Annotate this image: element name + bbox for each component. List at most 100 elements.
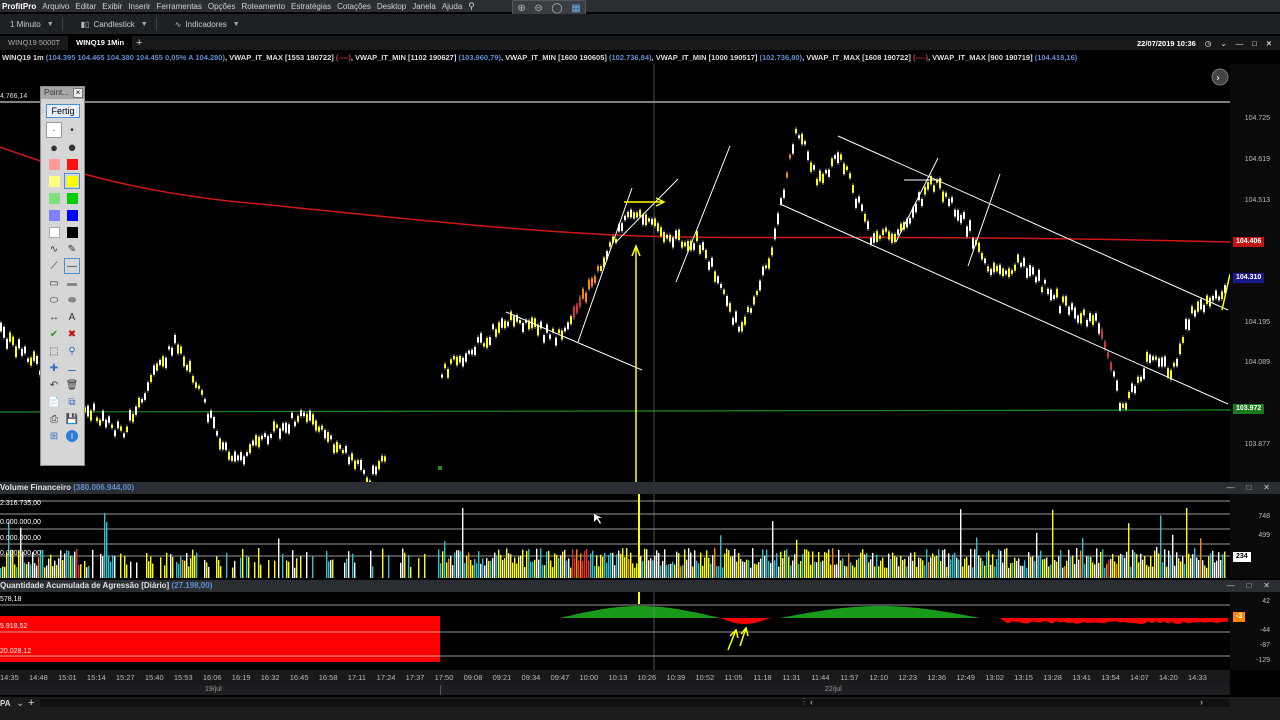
drawing-tool-panel[interactable]: Point... × Fertig · • ● ● ∿ ✎ ⟋ — ▭ ▬ ⬭ …: [40, 86, 85, 466]
close-icon[interactable]: ✕: [1263, 580, 1270, 592]
medium-dot-tool-icon[interactable]: •: [64, 122, 80, 138]
zoom-tool-icon[interactable]: ⚲: [64, 343, 80, 359]
price-label: 104.725: [1244, 115, 1270, 122]
menu-cotacoes[interactable]: Cotações: [337, 2, 371, 11]
color-swatch-red[interactable]: [64, 156, 80, 172]
menu-ajuda[interactable]: Ajuda: [442, 2, 462, 11]
agressao-chart[interactable]: [0, 592, 1230, 670]
menu-ferramentas[interactable]: Ferramentas: [157, 2, 202, 11]
minimize-icon[interactable]: —: [1226, 580, 1234, 592]
menu-janela[interactable]: Janela: [412, 2, 436, 11]
minimize-icon[interactable]: —: [1226, 482, 1234, 494]
candle: [636, 212, 638, 218]
volume-bars: [0, 507, 1226, 578]
maximize-icon[interactable]: □: [1252, 39, 1257, 48]
chevron-down-icon[interactable]: ⌄: [1220, 39, 1226, 48]
close-icon[interactable]: ✕: [1266, 39, 1272, 48]
new-document-icon[interactable]: 📄: [46, 394, 62, 410]
menu-desktop[interactable]: Desktop: [377, 2, 406, 11]
color-swatch-light-blue[interactable]: [46, 207, 62, 223]
indicators-button[interactable]: ∿ Indicadores ▼: [175, 20, 240, 29]
agressao-axis[interactable]: 42 -44 -87 -129: [1230, 592, 1280, 670]
tab-winq19-5000t[interactable]: WINQ19 5000T: [0, 36, 68, 50]
color-swatch-yellow[interactable]: [64, 173, 80, 189]
cross-icon[interactable]: ✖: [64, 326, 80, 342]
scroll-handle-icon[interactable]: ⋮: [800, 697, 808, 706]
large-dot-tool-icon[interactable]: ●: [46, 139, 62, 155]
menu-opcoes[interactable]: Opções: [208, 2, 236, 11]
scroll-right-icon[interactable]: ›: [1200, 697, 1203, 707]
color-swatch-light-green[interactable]: [46, 190, 62, 206]
save-icon[interactable]: 💾: [64, 411, 80, 427]
bottom-tab[interactable]: PA: [0, 699, 11, 708]
text-tool-icon[interactable]: A: [64, 309, 80, 325]
volume-axis[interactable]: 748 499: [1230, 494, 1280, 578]
close-icon[interactable]: ×: [73, 88, 83, 98]
rectangle-tool-icon[interactable]: ▭: [46, 275, 62, 291]
undo-icon[interactable]: ↶: [46, 377, 62, 393]
maximize-icon[interactable]: □: [1246, 482, 1251, 494]
add-tab-icon[interactable]: +: [136, 37, 142, 49]
color-swatch-light-red[interactable]: [46, 156, 62, 172]
menu-roteamento[interactable]: Roteamento: [241, 2, 285, 11]
clock-icon[interactable]: ◷: [1205, 39, 1212, 48]
volume-bar: [646, 549, 648, 578]
ellipse-tool-icon[interactable]: ⬭: [46, 292, 62, 308]
tab-winq19-1min[interactable]: WINQ19 1Min: [68, 36, 133, 50]
interval-select[interactable]: 1 Minuto ▼: [10, 20, 54, 29]
zoom-fit-icon[interactable]: ◯: [551, 3, 562, 14]
selection-tool-icon[interactable]: ⬚: [46, 343, 62, 359]
minus-tool-icon[interactable]: ⚊: [64, 360, 80, 376]
candle: [327, 432, 329, 442]
arrow-tool-icon[interactable]: ↔: [46, 309, 62, 325]
filled-rectangle-tool-icon[interactable]: ▬: [64, 275, 80, 291]
menu-arquivo[interactable]: Arquivo: [42, 2, 69, 11]
freehand-tool-icon[interactable]: ∿: [46, 241, 62, 257]
minimize-icon[interactable]: —: [1236, 39, 1244, 48]
pencil-tool-icon[interactable]: ✎: [64, 241, 80, 257]
menu-exibir[interactable]: Exibir: [102, 2, 122, 11]
copy-icon[interactable]: ⧉: [64, 394, 80, 410]
add-workspace-icon[interactable]: +: [28, 697, 34, 709]
check-icon[interactable]: ✔: [46, 326, 62, 342]
time-axis[interactable]: 14:35 14:48 15:01 15:14 15:27 15:40 15:53 16:06…: [0, 670, 1230, 685]
fertig-button[interactable]: Fertig: [46, 104, 80, 118]
trash-icon[interactable]: 🗑: [64, 377, 80, 393]
volume-bar: [1130, 566, 1132, 578]
menu-editar[interactable]: Editar: [75, 2, 96, 11]
tool-panel-title[interactable]: Point... ×: [41, 87, 84, 99]
color-swatch-light-yellow[interactable]: [46, 173, 62, 189]
candle: [258, 436, 260, 448]
filled-ellipse-tool-icon[interactable]: ⬬: [64, 292, 80, 308]
xlarge-dot-tool-icon[interactable]: ●: [64, 139, 80, 156]
horizontal-line-tool-icon[interactable]: —: [64, 258, 80, 274]
scroll-left-icon[interactable]: ‹: [810, 697, 813, 707]
candle: [195, 382, 197, 388]
plus-tool-icon[interactable]: ✚: [46, 360, 62, 376]
chart-type-select[interactable]: ▮▯ Candlestick ▼: [81, 20, 148, 29]
volume-chart[interactable]: [0, 494, 1230, 578]
color-swatch-green[interactable]: [64, 190, 80, 206]
close-icon[interactable]: ✕: [1263, 482, 1270, 494]
volume-bar: [938, 549, 940, 578]
color-swatch-blue[interactable]: [64, 207, 80, 223]
scroll-right-button[interactable]: [1211, 68, 1229, 86]
line-tool-icon[interactable]: ⟋: [46, 258, 62, 274]
zoom-out-icon[interactable]: ⊖: [534, 3, 542, 14]
print-icon[interactable]: ⎙: [46, 411, 62, 427]
zoom-in-icon[interactable]: ⊕: [517, 3, 525, 14]
menu-inserir[interactable]: Inserir: [128, 2, 150, 11]
small-dot-tool-icon[interactable]: ·: [46, 122, 62, 138]
color-swatch-black[interactable]: [64, 224, 80, 240]
info-icon[interactable]: i: [66, 430, 78, 442]
horizontal-scrollbar[interactable]: ⋮ ‹ ›: [40, 697, 1230, 707]
chevron-down-icon[interactable]: ⌄: [16, 698, 24, 709]
export-icon[interactable]: ⊞: [46, 428, 62, 444]
grid-icon[interactable]: ▦: [571, 3, 580, 14]
color-swatch-white[interactable]: [46, 224, 62, 240]
menu-estrategias[interactable]: Estratégias: [291, 2, 331, 11]
price-chart[interactable]: ›: [0, 64, 1230, 482]
maximize-icon[interactable]: □: [1246, 580, 1251, 592]
search-icon[interactable]: ⚲: [468, 1, 475, 12]
candle: [663, 232, 665, 243]
